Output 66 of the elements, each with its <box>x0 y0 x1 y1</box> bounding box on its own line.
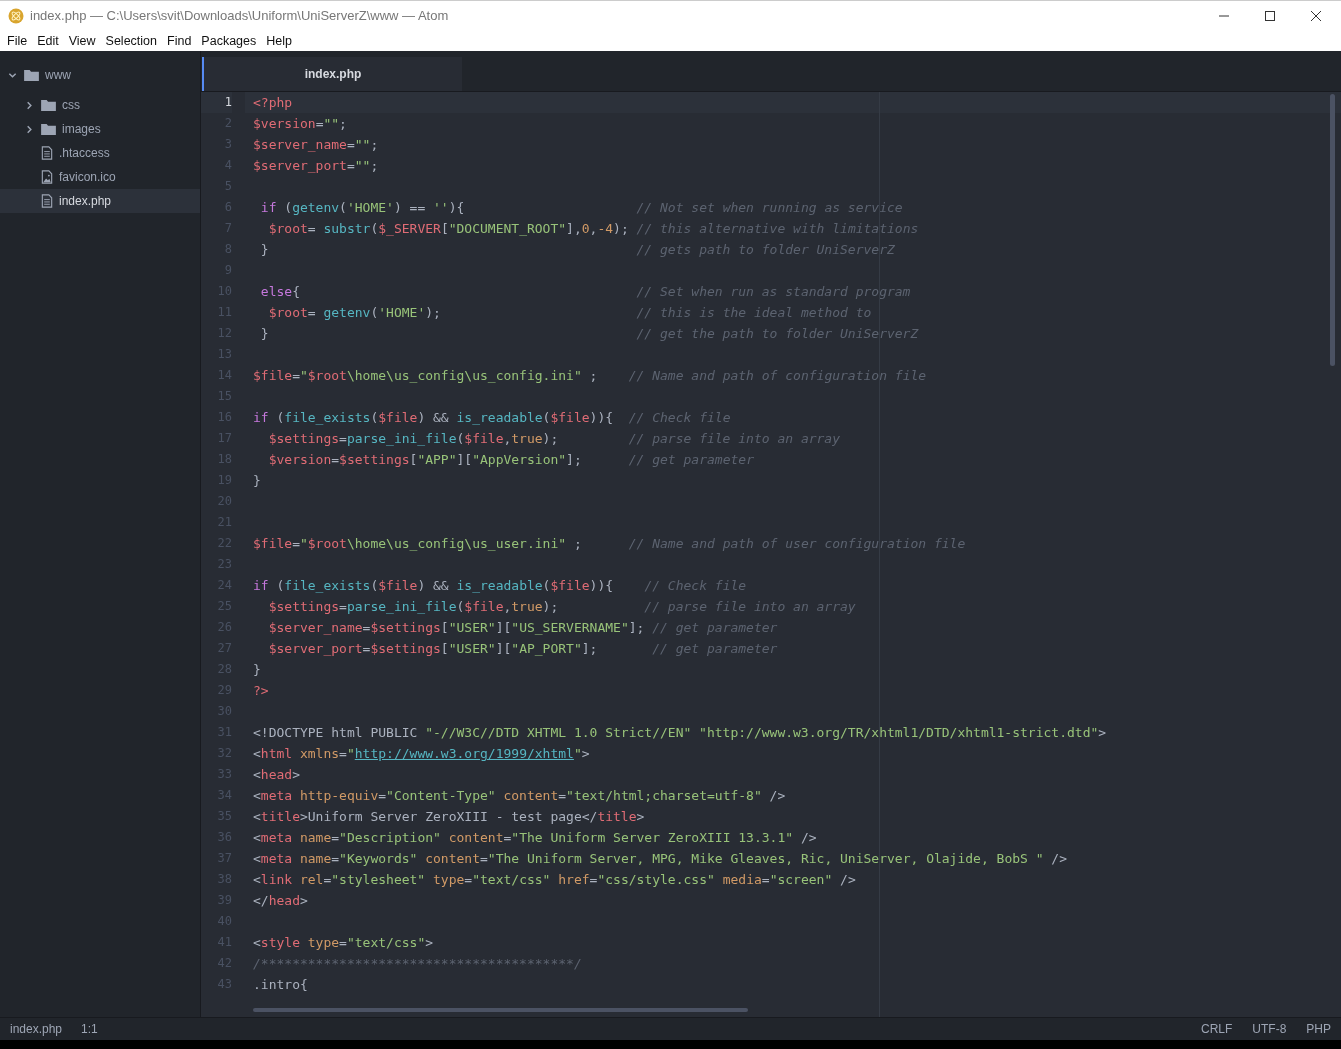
folder-icon <box>41 99 56 111</box>
code-line: <link rel="stylesheet" type="text/css" href="css/style.css" media="screen" /> <box>253 872 856 887</box>
maximize-icon[interactable] <box>1265 10 1275 21</box>
folder-icon <box>24 69 39 81</box>
code-line: if (file_exists($file) && is_readable($file)){ // Check file <box>253 410 731 425</box>
code-line: <meta name="Keywords" content="The Uniform Server, MPG, Mike Gleaves, Ric, UniServer, Olajide, BobS " /> <box>253 851 1068 866</box>
code-line: <meta name="Description" content="The Uniform Server ZeroXIII 13.3.1" /> <box>253 830 817 845</box>
code-line: $server_name=$settings["USER"]["US_SERVERNAME"]; // get parameter <box>267 620 778 635</box>
code-line: if (file_exists($file) && is_readable($file)){ // Check file <box>253 578 747 593</box>
status-item[interactable]: index.php <box>10 1022 63 1036</box>
status-item[interactable]: 1:1 <box>81 1022 98 1036</box>
code-line: $settings=parse_ini_file($file,true); // parse file into an array <box>267 431 841 446</box>
code-line: if (getenv('HOME') == ''){ // Not set when running as service <box>259 200 903 215</box>
status-item[interactable]: CRLF <box>1200 1022 1233 1036</box>
code-line: $server_name=""; <box>253 137 379 152</box>
code-line: $root= substr($_SERVER["DOCUMENT_ROOT"],0,-4); // this alternative with limitations <box>267 221 919 236</box>
code-line: $server_port=""; <box>253 158 379 173</box>
code-line: } // get the path to folder UniServerZ <box>259 326 919 341</box>
menu-item[interactable]: Packages <box>196 33 262 48</box>
folder-icon <box>41 123 56 135</box>
document-icon <box>41 146 53 160</box>
code-line: $file="$root\home\us_config\us_config.ini" ; // Name and path of configuration file <box>253 368 927 383</box>
code-line: $root= getenv('HOME'); // this is the ideal method to <box>267 305 872 320</box>
code-line: <head> <box>253 767 300 782</box>
file-tab[interactable]: index.php <box>202 57 462 91</box>
code-line: <style type="text/css"> <box>253 935 434 950</box>
code-line: $settings=parse_ini_file($file,true); // parse file into an array <box>267 599 856 614</box>
code-line: </head> <box>253 893 308 908</box>
menu-item[interactable]: Selection <box>100 33 162 48</box>
code-line: $server_port=$settings["USER"]["AP_PORT"]; // get parameter <box>267 641 778 656</box>
tree-item[interactable]: images <box>0 117 200 141</box>
tree-item[interactable]: .htaccess <box>0 141 200 165</box>
code-line: <?php <box>253 95 293 110</box>
tree-item[interactable]: favicon.ico <box>0 165 200 189</box>
code-line: <html xmlns="http://www.w3.org/1999/xhtml"> <box>253 746 590 761</box>
menu-item[interactable]: View <box>63 33 101 48</box>
tree-item[interactable]: www <box>0 63 200 87</box>
menu-item[interactable]: File <box>2 33 33 48</box>
menu-item[interactable]: Edit <box>32 33 64 48</box>
menu-item[interactable]: Help <box>261 33 297 48</box>
tree-item[interactable]: css <box>0 93 200 117</box>
tree-item[interactable]: index.php <box>0 189 200 213</box>
code-line: ?> <box>253 683 269 698</box>
close-icon[interactable] <box>1311 10 1321 21</box>
code-line: $version=""; <box>253 116 347 131</box>
code-line: $file="$root\home\us_config\us_user.ini" ; // Name and path of user configuration file <box>253 536 966 551</box>
code-line: else{ // Set when run as standard program <box>259 284 911 299</box>
image-file-icon <box>41 170 53 184</box>
code-line: <!DOCTYPE html PUBLIC "-//W3C//DTD XHTML 1.0 Strict//EN" "http://www.w3.org/TR/xhtml1/DTD/xhtml1-strict.dtd"> <box>253 725 1107 740</box>
status-item[interactable]: UTF-8 <box>1252 1022 1287 1036</box>
code-line: $version=$settings["APP"]["AppVersion"]; // get parameter <box>267 452 754 467</box>
line-number: 1 <box>201 92 232 113</box>
menu-item[interactable]: Find <box>162 33 197 48</box>
document-icon <box>41 194 53 208</box>
code-line: } // gets path to folder UniServerZ <box>259 242 895 257</box>
status-item[interactable]: PHP <box>1306 1022 1331 1036</box>
app-logo-icon <box>8 7 24 24</box>
code-line: <title>Uniform Server ZeroXIII - test page</title> <box>253 809 645 824</box>
code-line: .intro{ <box>253 977 308 992</box>
code-line: } <box>253 473 261 488</box>
code-line: } <box>253 662 261 677</box>
horizontal-scrollbar-thumb[interactable] <box>253 1008 748 1012</box>
code-line: /****************************************/ <box>253 956 582 971</box>
window-title: index.php — C:\Users\svit\Downloads\Uniform\UniServerZ\www — Atom <box>30 8 449 23</box>
vertical-scrollbar-thumb[interactable] <box>1330 94 1335 366</box>
code-line: <meta http-equiv="Content-Type" content="text/html;charset=utf-8" /> <box>253 788 786 803</box>
